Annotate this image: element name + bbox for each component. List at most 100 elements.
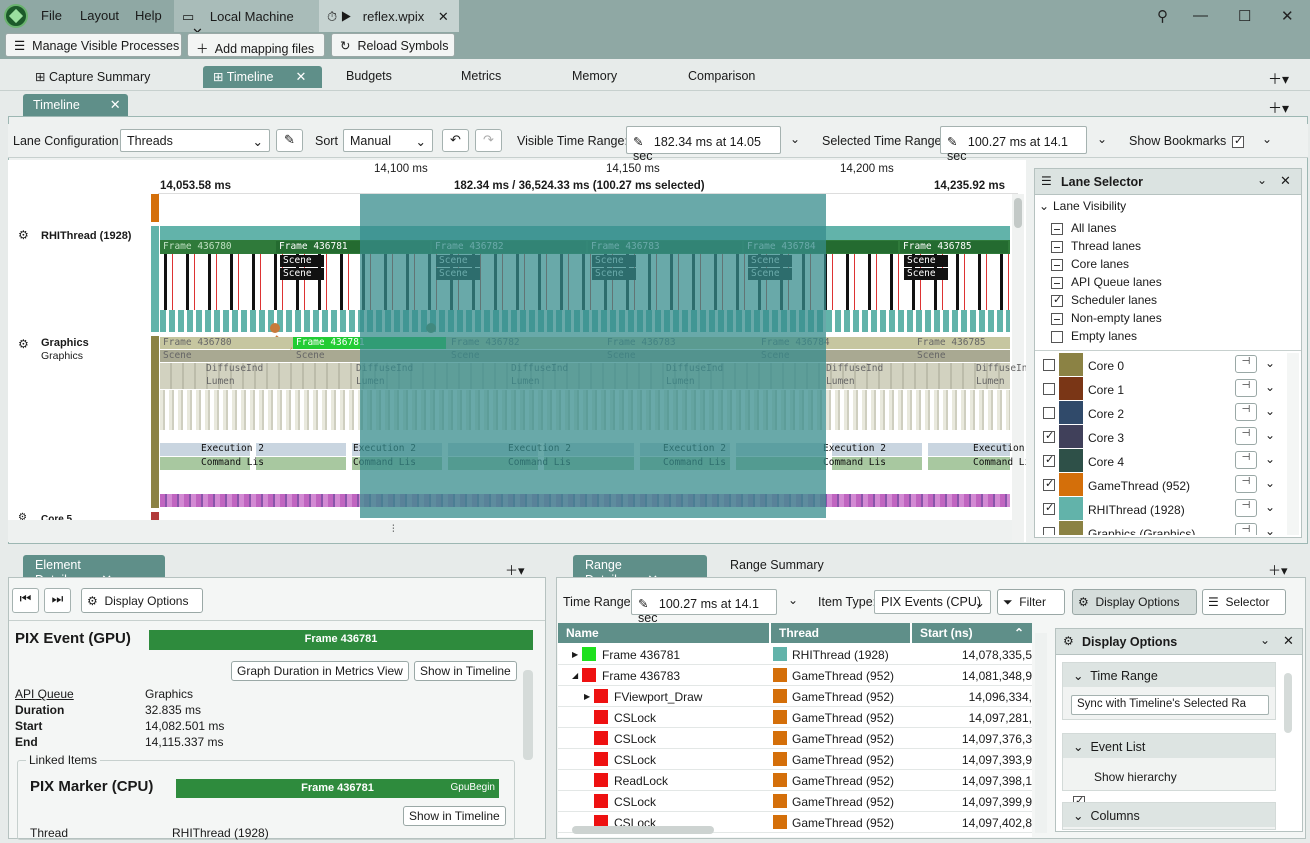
- tab-element-details[interactable]: Element Details✕: [23, 555, 165, 587]
- lane-visibility-option[interactable]: Thread lanes: [1051, 239, 1141, 253]
- pin-lane-button[interactable]: ⊣: [1235, 475, 1257, 493]
- details-scrollbar[interactable]: [523, 670, 533, 760]
- tab-memory[interactable]: Memory: [562, 66, 627, 88]
- visibility-checkbox[interactable]: [1051, 222, 1063, 235]
- maximize-icon[interactable]: ☐: [1238, 7, 1251, 25]
- lane-row[interactable]: RHIThread (1928) ⊣ ⌄: [1035, 497, 1287, 521]
- filter-button[interactable]: ⏷ Filter: [997, 589, 1065, 615]
- selected-range-overlay[interactable]: [360, 194, 826, 518]
- pin-lane-button[interactable]: ⊣: [1235, 523, 1257, 535]
- expand-icon[interactable]: ▶: [572, 650, 578, 659]
- table-row[interactable]: ▶ Frame 436781 RHIThread (1928) 14,078,335,…: [558, 644, 1032, 665]
- tab-range-details[interactable]: Range Details✕: [573, 555, 707, 587]
- lane-checkbox[interactable]: [1043, 429, 1055, 443]
- chevron-down-icon[interactable]: ⌄: [1265, 404, 1275, 418]
- add-tab-icon[interactable]: ＋▾: [1268, 69, 1289, 89]
- lane-config-select[interactable]: Threads ⌄: [120, 129, 270, 152]
- execution-bar[interactable]: Execution 2: [198, 443, 268, 455]
- chevron-down-icon[interactable]: ⌄: [1265, 500, 1275, 514]
- column-header-thread[interactable]: Thread: [770, 623, 910, 643]
- tab-timeline-sub[interactable]: Timeline ✕: [23, 94, 128, 116]
- previous-button[interactable]: ⏮: [12, 588, 39, 613]
- table-row[interactable]: CSLock GameThread (952) 14,097,393,9: [558, 749, 1032, 770]
- scene-bar[interactable]: Scene: [904, 268, 948, 280]
- show-in-timeline-button[interactable]: Show in Timeline: [414, 661, 517, 681]
- section-header[interactable]: ⌄ Time Range: [1063, 663, 1275, 687]
- section-header[interactable]: ⌄ Event List: [1063, 734, 1275, 758]
- redo-button[interactable]: ↷: [475, 129, 502, 152]
- lane-checkbox[interactable]: [1043, 383, 1055, 395]
- play-icon[interactable]: ▶: [341, 9, 351, 24]
- chevron-down-icon[interactable]: ⌄: [1265, 524, 1275, 535]
- collapse-handle-icon[interactable]: ⫶: [392, 524, 395, 535]
- manage-processes-button[interactable]: ☰ Manage Visible Processes: [5, 33, 182, 57]
- chevron-down-icon[interactable]: ⌄: [1257, 173, 1267, 187]
- diffuse-bar[interactable]: DiffuseInd: [203, 363, 273, 375]
- lane-row[interactable]: Core 1 ⊣ ⌄: [1035, 377, 1287, 401]
- connection-icon[interactable]: ⚲: [1157, 7, 1168, 25]
- marker-show-in-timeline-button[interactable]: Show in Timeline: [403, 806, 506, 826]
- pin-lane-button[interactable]: ⊣: [1235, 379, 1257, 397]
- lane-list-scrollbar[interactable]: [1287, 353, 1299, 535]
- gfx-frame-bar[interactable]: Frame 436785: [914, 337, 1008, 349]
- next-button[interactable]: ⏭: [44, 588, 71, 613]
- close-icon[interactable]: ✕: [438, 9, 449, 24]
- tab-budgets[interactable]: Budgets: [336, 66, 402, 88]
- time-range-field[interactable]: ✎ 100.27 ms at 14.1 sec: [631, 589, 777, 625]
- lane-visibility-option[interactable]: All lanes: [1051, 221, 1116, 235]
- lane-checkbox[interactable]: [1043, 359, 1055, 371]
- selected-range-field[interactable]: ✎ 100.27 ms at 14.1 sec: [940, 126, 1087, 163]
- command-list-bar[interactable]: Command Lis: [970, 457, 1026, 469]
- sort-select[interactable]: Manual ⌄: [343, 129, 433, 152]
- pin-lane-button[interactable]: ⊣: [1235, 451, 1257, 469]
- chevron-down-icon[interactable]: ⌄: [1265, 380, 1275, 394]
- pin-lane-button[interactable]: ⊣: [1235, 427, 1257, 445]
- menu-help[interactable]: Help: [135, 8, 162, 23]
- lane-row[interactable]: Core 0 ⊣ ⌄: [1035, 353, 1287, 377]
- scrollbar-thumb[interactable]: [1014, 198, 1022, 228]
- lane-row[interactable]: Core 2 ⊣ ⌄: [1035, 401, 1287, 425]
- item-type-select[interactable]: PIX Events (CPU) ⌄: [874, 590, 991, 614]
- pin-lane-button[interactable]: ⊣: [1235, 403, 1257, 421]
- add-tab-icon[interactable]: ＋▾: [1268, 98, 1289, 118]
- visibility-checkbox[interactable]: [1051, 330, 1063, 343]
- rhi-frame-bar[interactable]: Frame 436785: [900, 241, 1008, 253]
- tab-comparison[interactable]: Comparison: [678, 66, 765, 88]
- tab-timeline[interactable]: ⊞ Timeline ✕: [203, 66, 322, 88]
- selector-button[interactable]: ☰ Selector: [1202, 589, 1286, 615]
- tab-local-machine[interactable]: ▭ Local Machine ✕: [174, 0, 319, 40]
- lane-visibility-option[interactable]: Core lanes: [1051, 257, 1129, 271]
- lane-row[interactable]: Core 4 ⊣ ⌄: [1035, 449, 1287, 473]
- chevron-down-icon[interactable]: ⌄: [1265, 452, 1275, 466]
- visibility-checkbox[interactable]: [1051, 276, 1063, 289]
- tab-range-summary[interactable]: Range Summary: [718, 555, 836, 577]
- visibility-checkbox[interactable]: [1051, 240, 1063, 253]
- diffuse-bar[interactable]: DiffuseInd: [823, 363, 893, 375]
- lumen-bar[interactable]: Lumen: [973, 376, 1026, 388]
- table-row[interactable]: CSLock GameThread (952) 14,097,376,3: [558, 728, 1032, 749]
- chevron-down-icon[interactable]: ⌄: [1265, 356, 1275, 370]
- lane-checkbox[interactable]: [1043, 407, 1055, 419]
- lumen-bar[interactable]: Lumen: [203, 376, 273, 388]
- minimize-icon[interactable]: —: [1193, 7, 1208, 24]
- lane-checkbox[interactable]: [1043, 501, 1055, 515]
- table-row[interactable]: CSLock GameThread (952) 14,097,399,9: [558, 791, 1032, 812]
- tab-metrics[interactable]: Metrics: [451, 66, 511, 88]
- chevron-down-icon[interactable]: ⌄: [788, 593, 798, 607]
- lane-visibility-option[interactable]: Empty lanes: [1051, 329, 1137, 343]
- rhi-frame-bar[interactable]: Frame 436780: [160, 241, 274, 253]
- gear-icon[interactable]: ⚙: [18, 337, 29, 351]
- gfx-frame-bar[interactable]: Frame 436780: [160, 337, 291, 349]
- chevron-down-icon[interactable]: ⌄: [1097, 132, 1107, 146]
- bookmarks-checkbox[interactable]: [1232, 134, 1244, 148]
- visibility-checkbox[interactable]: [1051, 312, 1063, 325]
- lane-visibility-option[interactable]: Scheduler lanes: [1051, 293, 1157, 307]
- event-duration-bar[interactable]: Frame 436781: [149, 630, 533, 650]
- chevron-down-icon[interactable]: ⌄: [790, 132, 800, 146]
- lane-visibility-option[interactable]: Non-empty lanes: [1051, 311, 1162, 325]
- tab-reflex[interactable]: ⏱ ▶ reflex.wpix ✕: [319, 0, 459, 32]
- gear-icon[interactable]: ⚙: [18, 228, 29, 242]
- graph-duration-button[interactable]: Graph Duration in Metrics View: [231, 661, 409, 681]
- table-row[interactable]: CSLock GameThread (952) 14,097,281,: [558, 707, 1032, 728]
- lane-visibility-option[interactable]: API Queue lanes: [1051, 275, 1162, 289]
